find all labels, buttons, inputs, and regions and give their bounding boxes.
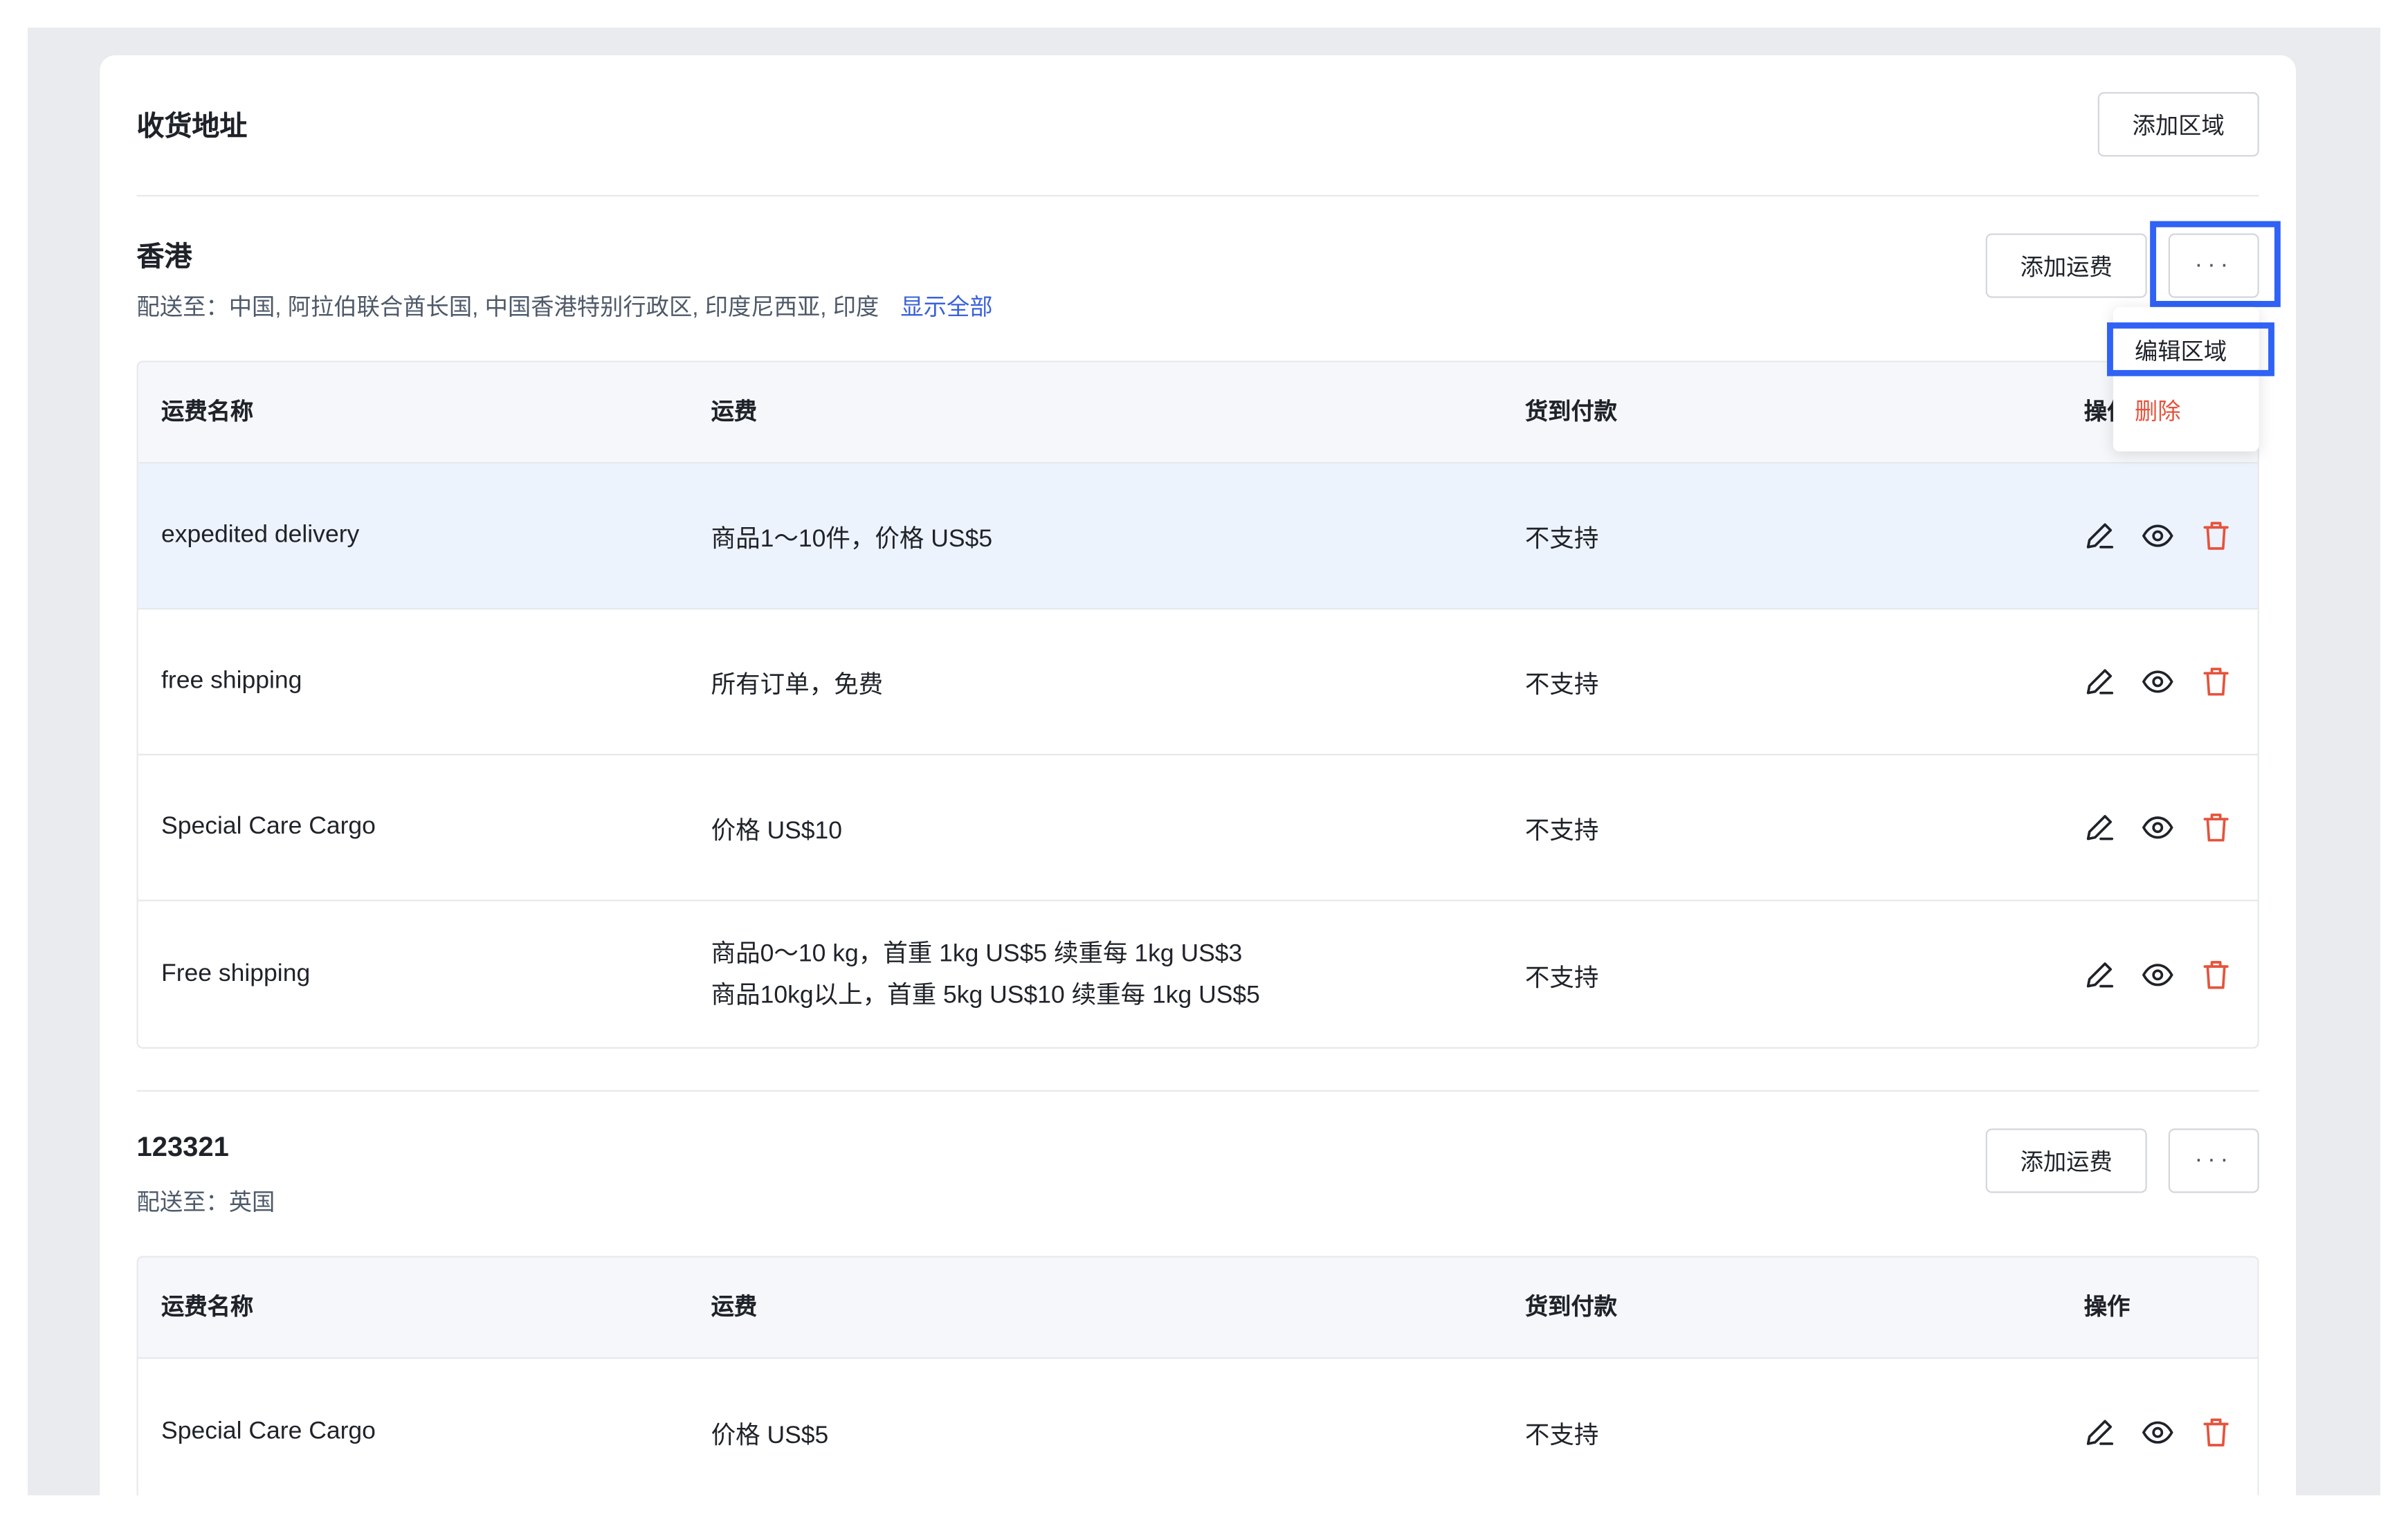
add-zone-button[interactable]: 添加区域 [2097, 92, 2259, 157]
rate-name: Special Care Cargo [161, 1417, 376, 1444]
add-rate-button[interactable]: 添加运费 [1985, 1128, 2147, 1193]
zone-destinations: 配送至：中国, 阿拉伯联合酋长国, 中国香港特别行政区, 印度尼西亚, 印度 显示… [137, 290, 993, 322]
bottom-mask [0, 1495, 2408, 1524]
rate-name: Free shipping [161, 960, 311, 986]
row-actions [2079, 609, 2236, 754]
rate-name: free shipping [161, 668, 302, 695]
zone-dest-list: 英国 [228, 1190, 275, 1216]
page-title: 收货地址 [136, 110, 248, 142]
zone-destinations: 配送至：英国 [137, 1185, 275, 1218]
table-row: Special Care Cargo 价格 US$5 不支持 [138, 1359, 2258, 1505]
row-actions [2079, 463, 2236, 608]
col-cod: 货到付款 [1524, 1294, 1618, 1321]
eye-icon[interactable] [2137, 516, 2178, 556]
rate-name: expedited delivery [161, 522, 360, 549]
trash-icon[interactable] [2196, 954, 2236, 994]
rate-fee: 商品1～10件，价格 US$5 [711, 526, 993, 553]
row-actions [2079, 755, 2236, 900]
zone-title: 香港 [136, 241, 192, 272]
col-rate-name: 运费名称 [161, 1294, 254, 1321]
edit-pencil-icon[interactable] [2079, 516, 2119, 556]
table-header: 运费名称 运费 货到付款 操作 [138, 362, 2258, 464]
zone-divider [136, 1090, 2259, 1092]
col-fee: 运费 [711, 399, 758, 425]
edit-pencil-icon[interactable] [2079, 1412, 2119, 1452]
rates-table: 运费名称 运费 货到付款 操作 Special Care Cargo 价格 US… [136, 1256, 2259, 1505]
table-row: expedited delivery 商品1～10件，价格 US$5 不支持 [138, 463, 2258, 610]
rate-cod: 不支持 [1524, 672, 1599, 699]
rate-fee: 商品0～10 kg，首重 1kg US$5 续重每 1kg US$3 商品10k… [711, 901, 1260, 1047]
edit-pencil-icon[interactable] [2079, 807, 2119, 847]
trash-icon[interactable] [2196, 662, 2236, 702]
left-mask [0, 0, 28, 1524]
trash-icon[interactable] [2196, 516, 2236, 556]
col-cod: 货到付款 [1524, 399, 1618, 425]
rate-fee: 价格 US$10 [711, 818, 843, 845]
eye-icon[interactable] [2137, 954, 2178, 994]
add-rate-button[interactable]: 添加运费 [1985, 233, 2147, 298]
zone-dest-list: 中国, 阿拉伯联合酋长国, 中国香港特别行政区, 印度尼西亚, 印度 [228, 295, 879, 321]
edit-pencil-icon[interactable] [2079, 662, 2119, 702]
rate-cod: 不支持 [1524, 1422, 1599, 1449]
rate-fee: 所有订单，免费 [711, 672, 884, 699]
col-fee: 运费 [711, 1294, 758, 1321]
edit-zone-highlight [2107, 322, 2274, 376]
rates-table: 运费名称 运费 货到付款 操作 expedited delivery 商品1～1… [136, 360, 2259, 1049]
trash-icon[interactable] [2196, 1412, 2236, 1452]
more-options-button[interactable]: ··· [2168, 1128, 2259, 1193]
more-button-highlight [2150, 221, 2281, 307]
rate-fee: 价格 US$5 [711, 1422, 829, 1449]
zone-dest-prefix: 配送至： [136, 1190, 229, 1216]
rate-fee-line: 商品10kg以上，首重 5kg US$10 续重每 1kg US$5 [711, 982, 1260, 1009]
eye-icon[interactable] [2137, 1412, 2178, 1452]
table-row: Special Care Cargo 价格 US$10 不支持 [138, 755, 2258, 901]
col-actions: 操作 [2083, 1294, 2131, 1321]
row-actions [2079, 1359, 2236, 1505]
header-divider [136, 194, 2259, 197]
edit-pencil-icon[interactable] [2079, 954, 2119, 994]
rate-cod: 不支持 [1524, 964, 1599, 991]
eye-icon[interactable] [2137, 807, 2178, 847]
trash-icon[interactable] [2196, 807, 2236, 847]
eye-icon[interactable] [2137, 662, 2178, 702]
table-row: Free shipping 商品0～10 kg，首重 1kg US$5 续重每 … [138, 901, 2258, 1047]
row-actions [2079, 901, 2236, 1047]
stage: 收货地址 添加区域 香港 配送至：中国, 阿拉伯联合酋长国, 中国香港特别行政区… [0, 0, 2408, 1524]
zone-dest-prefix: 配送至： [136, 295, 229, 321]
table-header: 运费名称 运费 货到付款 操作 [138, 1257, 2258, 1359]
rate-name: Special Care Cargo [161, 814, 376, 841]
delete-zone-menu-item[interactable]: 删除 [2135, 394, 2181, 427]
zone-title: 123321 [136, 1131, 229, 1163]
table-row: free shipping 所有订单，免费 不支持 [138, 609, 2258, 755]
col-rate-name: 运费名称 [161, 399, 254, 425]
show-all-link[interactable]: 显示全部 [900, 295, 992, 321]
rate-cod: 不支持 [1524, 526, 1599, 553]
rate-fee-line: 商品0～10 kg，首重 1kg US$5 续重每 1kg US$3 [711, 940, 1243, 967]
rate-cod: 不支持 [1524, 818, 1599, 845]
